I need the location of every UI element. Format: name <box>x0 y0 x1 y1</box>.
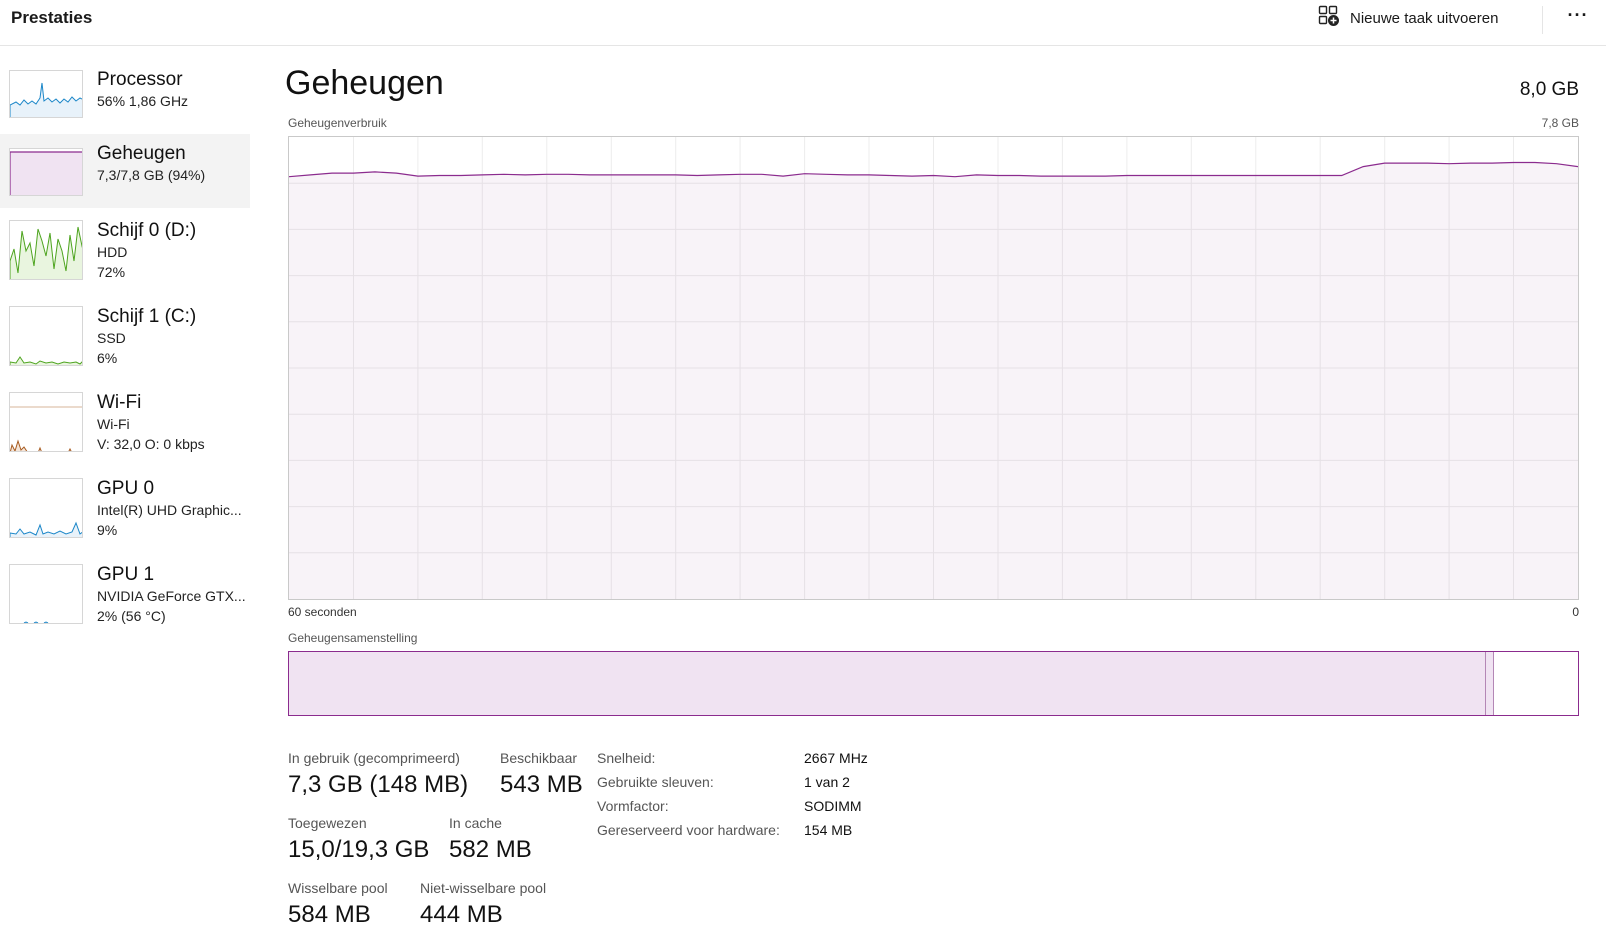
sidebar-item-detail-2: 6% <box>97 350 118 366</box>
composition-in-use <box>289 652 1487 715</box>
committed-label: Toegewezen <box>288 815 367 831</box>
memory-composition-bar <box>288 651 1579 716</box>
run-new-task-icon <box>1318 5 1340 32</box>
more-options-button[interactable]: ··· <box>1562 6 1594 32</box>
composition-label: Geheugensamenstelling <box>288 631 418 645</box>
disk-0-thumbnail-graph <box>9 220 83 280</box>
disk-1-thumbnail-graph <box>9 306 83 366</box>
in-use-value: 7,3 GB (148 MB) <box>288 771 469 798</box>
committed-value: 15,0/19,3 GB <box>288 836 430 863</box>
slots-used-value: 1 van 2 <box>804 774 850 790</box>
cached-label: In cache <box>449 815 502 831</box>
wifi-thumbnail-graph <box>9 392 83 452</box>
processor-thumbnail-graph <box>9 70 83 118</box>
page-title: Prestaties <box>11 8 93 27</box>
usage-chart-label: Geheugenverbruik <box>288 116 387 130</box>
cached-value: 582 MB <box>449 836 532 863</box>
non-paged-pool-label: Niet-wisselbare pool <box>420 880 547 896</box>
composition-modified <box>1486 652 1495 715</box>
form-factor-value: SODIMM <box>804 798 862 814</box>
paged-pool-value: 584 MB <box>288 901 371 928</box>
sidebar-item-title: GPU 0 <box>97 478 155 499</box>
sidebar-item-gpu-1[interactable]: GPU 1 NVIDIA GeForce GTX... 2% (56 °C) <box>0 552 250 638</box>
sidebar-item-detail-2: 72% <box>97 264 126 280</box>
sidebar-item-memory[interactable]: Geheugen 7,3/7,8 GB (94%) <box>0 134 250 208</box>
sidebar-item-detail: 7,3/7,8 GB (94%) <box>97 167 206 183</box>
available-label: Beschikbaar <box>500 750 578 766</box>
sidebar-item-detail: Intel(R) UHD Graphic... <box>97 502 242 518</box>
total-memory: 8,0 GB <box>1519 79 1579 100</box>
memory-title: Geheugen <box>285 64 444 102</box>
sidebar-item-detail: 56% 1,86 GHz <box>97 93 189 109</box>
gpu-1-thumbnail-graph <box>9 564 83 624</box>
sidebar-item-detail: Wi-Fi <box>97 416 130 432</box>
sidebar-item-title: Geheugen <box>97 143 186 164</box>
sidebar-item-disk-1[interactable]: Schijf 1 (C:) SSD 6% <box>0 294 250 380</box>
sidebar-item-title: Wi-Fi <box>97 392 142 413</box>
memory-usage-svg <box>288 137 1579 599</box>
sidebar-item-disk-0[interactable]: Schijf 0 (D:) HDD 72% <box>0 208 250 294</box>
sidebar-item-detail: NVIDIA GeForce GTX... <box>97 588 246 604</box>
usage-chart-max: 7,8 GB <box>1541 116 1579 130</box>
speed-value: 2667 MHz <box>804 750 868 766</box>
slots-used-label: Gebruikte sleuven: <box>597 774 714 790</box>
sidebar-item-detail: HDD <box>97 244 128 260</box>
x-axis-end-label: 0 <box>1572 605 1579 619</box>
sidebar-item-detail-2: 9% <box>97 522 118 538</box>
non-paged-pool-value: 444 MB <box>420 901 503 928</box>
memory-usage-area <box>289 162 1578 599</box>
gpu-0-thumbnail-graph <box>9 478 83 538</box>
x-axis-start-label: 60 seconden <box>288 605 357 619</box>
paged-pool-label: Wisselbare pool <box>288 880 388 896</box>
sidebar-item-title: Schijf 0 (D:) <box>97 220 197 241</box>
sidebar-item-detail-2: V: 32,0 O: 0 kbps <box>97 436 205 452</box>
title-bar: Prestaties Nieuwe taak uitvoeren ··· <box>0 0 1606 46</box>
sidebar-item-title: GPU 1 <box>97 564 155 585</box>
available-value: 543 MB <box>500 771 583 798</box>
memory-thumbnail-graph <box>9 148 83 196</box>
form-factor-label: Vormfactor: <box>597 798 669 814</box>
toolbar-divider <box>1542 6 1543 34</box>
sidebar-item-gpu-0[interactable]: GPU 0 Intel(R) UHD Graphic... 9% <box>0 466 250 552</box>
new-task-label: Nieuwe taak uitvoeren <box>1350 9 1499 27</box>
hardware-reserved-value: 154 MB <box>804 822 853 838</box>
sidebar-item-detail-2: 2% (56 °C) <box>97 608 166 624</box>
sidebar-item-detail: SSD <box>97 330 126 346</box>
memory-usage-chart <box>288 136 1579 600</box>
new-task-button[interactable]: Nieuwe taak uitvoeren <box>1318 3 1498 33</box>
sidebar-item-processor[interactable]: Processor 56% 1,86 GHz <box>0 60 250 134</box>
sidebar-item-wifi[interactable]: Wi-Fi Wi-Fi V: 32,0 O: 0 kbps <box>0 380 250 466</box>
hardware-reserved-label: Gereserveerd voor hardware: <box>597 822 780 838</box>
speed-label: Snelheid: <box>597 750 656 766</box>
sidebar-item-title: Schijf 1 (C:) <box>97 306 197 327</box>
in-use-label: In gebruik (gecomprimeerd) <box>288 750 460 766</box>
sidebar-item-title: Processor <box>97 69 183 90</box>
